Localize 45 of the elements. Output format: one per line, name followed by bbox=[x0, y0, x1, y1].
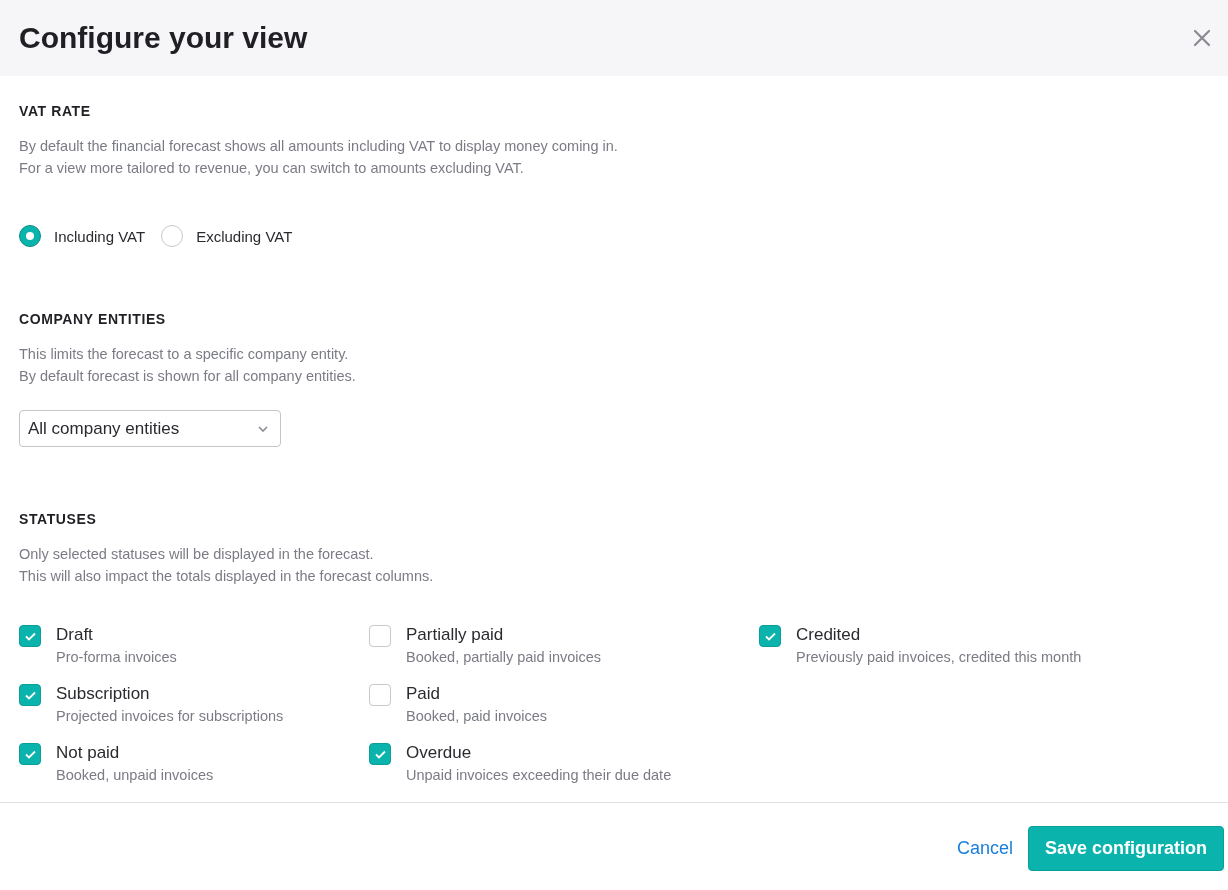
status-hint: Booked, paid invoices bbox=[406, 707, 548, 725]
section-description: This will also impact the totals displayed in the forecast columns. bbox=[19, 567, 435, 586]
section-description: For a view more tailored to revenue, you can switch to amounts excluding VAT. bbox=[19, 159, 525, 178]
entity-select[interactable]: All company entities bbox=[19, 410, 281, 447]
status-hint: Pro-forma invoices bbox=[56, 648, 177, 666]
status-label: Not paid bbox=[56, 743, 121, 763]
section-heading: VAT RATE bbox=[19, 103, 92, 119]
checkbox[interactable] bbox=[19, 625, 41, 647]
section-description: By default forecast is shown for all company entities. bbox=[19, 367, 357, 386]
section-heading: STATUSES bbox=[19, 511, 98, 527]
checkmark-icon bbox=[764, 631, 776, 641]
status-hint: Unpaid invoices exceeding their due date bbox=[406, 766, 672, 784]
section-description: This limits the forecast to a specific company entity. bbox=[19, 345, 350, 364]
status-label: Partially paid bbox=[406, 625, 505, 645]
checkbox[interactable] bbox=[759, 625, 781, 647]
checkmark-icon bbox=[24, 631, 36, 641]
status-label: Draft bbox=[56, 625, 94, 645]
radio-label: Including VAT bbox=[54, 227, 146, 245]
section-description: Only selected statuses will be displayed in the forecast. bbox=[19, 545, 375, 564]
checkbox[interactable] bbox=[19, 743, 41, 765]
status-hint: Booked, unpaid invoices bbox=[56, 766, 214, 784]
close-icon bbox=[1193, 29, 1211, 47]
status-hint: Booked, partially paid invoices bbox=[406, 648, 602, 666]
status-label: Paid bbox=[406, 684, 442, 704]
checkbox[interactable] bbox=[369, 743, 391, 765]
status-label: Subscription bbox=[56, 684, 151, 704]
cancel-link[interactable]: Cancel bbox=[956, 838, 1013, 859]
radio-button[interactable] bbox=[161, 225, 184, 247]
status-label: Overdue bbox=[406, 743, 473, 763]
checkbox[interactable] bbox=[369, 625, 391, 647]
checkmark-icon bbox=[374, 749, 386, 759]
radio-button[interactable] bbox=[19, 225, 41, 247]
checkbox[interactable] bbox=[19, 684, 41, 706]
chevron-down-icon bbox=[258, 425, 268, 432]
status-hint: Previously paid invoices, credited this month bbox=[796, 648, 1082, 666]
status-label: Credited bbox=[796, 625, 862, 645]
checkmark-icon bbox=[24, 749, 36, 759]
checkbox[interactable] bbox=[369, 684, 391, 706]
section-heading: COMPANY ENTITIES bbox=[19, 311, 167, 327]
section-description: By default the financial forecast shows all amounts including VAT to display money coming in. bbox=[19, 137, 619, 156]
dialog-title: Configure your view bbox=[19, 21, 308, 55]
checkmark-icon bbox=[24, 690, 36, 700]
save-button[interactable]: Save configuration bbox=[1027, 826, 1224, 871]
radio-label: Excluding VAT bbox=[196, 227, 293, 245]
status-hint: Projected invoices for subscriptions bbox=[56, 707, 284, 725]
